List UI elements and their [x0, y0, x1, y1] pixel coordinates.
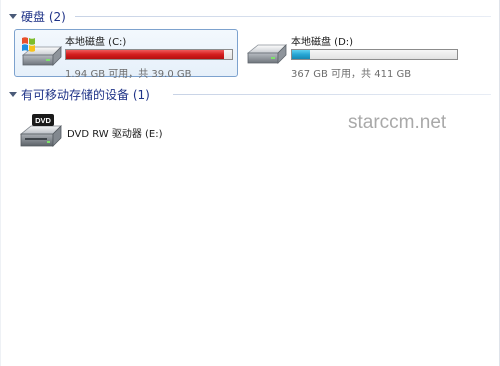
drive-tile-dvd[interactable]: DVD DVD RW 驱动器 (E:) — [14, 108, 238, 154]
drive-usage-bar-d — [291, 49, 458, 60]
windows-drive-icon — [21, 37, 62, 66]
collapse-arrow-icon[interactable] — [9, 13, 17, 19]
group-divider — [173, 94, 491, 95]
group-title-hard-disks: 硬盘 (2) — [21, 9, 66, 24]
drive-name-c: 本地磁盘 (C:) — [65, 37, 127, 48]
usage-fill-c — [66, 50, 224, 59]
drive-tile-c[interactable]: 本地磁盘 (C:) 1.94 GB 可用，共 39.0 GB — [14, 29, 238, 80]
watermark-text: starccm.net — [348, 112, 447, 133]
usage-fill-d — [292, 50, 311, 59]
group-header-removable[interactable]: 有可移动存储的设备 (1) — [9, 86, 150, 102]
collapse-arrow-icon[interactable] — [9, 91, 17, 97]
group-divider — [75, 16, 491, 17]
drive-usage-bar-c — [65, 49, 233, 60]
drive-name-dvd: DVD RW 驱动器 (E:) — [67, 129, 163, 140]
computer-window: 硬盘 (2) 本地磁盘 (C:) 1.94 GB 可用，共 39.0 GB 本地… — [0, 0, 500, 366]
dvd-icon-label: DVD — [35, 116, 51, 125]
drive-space-d: 367 GB 可用，共 411 GB — [291, 69, 412, 80]
group-title-removable: 有可移动存储的设备 (1) — [21, 87, 150, 102]
drive-name-d: 本地磁盘 (D:) — [291, 37, 354, 48]
drive-tile-d[interactable]: 本地磁盘 (D:) 367 GB 可用，共 411 GB — [239, 29, 465, 80]
drive-space-c: 1.94 GB 可用，共 39.0 GB — [65, 69, 192, 80]
hard-drive-icon — [246, 44, 287, 64]
group-header-hard-disks[interactable]: 硬盘 (2) — [9, 8, 66, 24]
dvd-drive-icon: DVD — [19, 114, 62, 147]
